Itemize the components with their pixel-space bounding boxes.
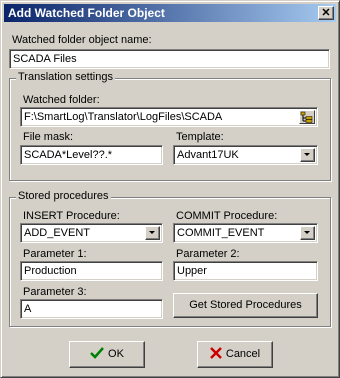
checkmark-icon: [90, 347, 104, 359]
template-label: Template:: [176, 131, 224, 143]
file-mask-value: SCADA*Level??.*: [24, 149, 113, 161]
parameter-3-input[interactable]: A: [20, 299, 163, 319]
parameter-3-value: A: [24, 303, 32, 315]
parameter-1-value: Production: [24, 265, 77, 277]
get-stored-procedures-label: Get Stored Procedures: [189, 299, 302, 311]
browse-folder-button[interactable]: [299, 110, 315, 124]
close-button[interactable]: ✕: [318, 6, 334, 20]
object-name-value: SCADA Files: [13, 53, 77, 65]
cancel-button[interactable]: Cancel: [197, 341, 273, 368]
insert-procedure-select[interactable]: ADD_EVENT: [20, 223, 163, 243]
commit-procedure-label: COMMIT Procedure:: [176, 210, 278, 222]
file-mask-input[interactable]: SCADA*Level??.*: [20, 145, 163, 165]
insert-procedure-value: ADD_EVENT: [24, 227, 91, 239]
stored-procedures-title: Stored procedures: [16, 190, 111, 202]
parameter-2-input[interactable]: Upper: [173, 261, 318, 281]
commit-procedure-select[interactable]: COMMIT_EVENT: [173, 223, 318, 243]
window-title: Add Watched Folder Object: [8, 6, 165, 20]
object-name-label: Watched folder object name:: [12, 34, 152, 46]
ok-button[interactable]: OK: [69, 341, 145, 368]
watched-folder-label: Watched folder:: [23, 94, 100, 106]
folder-tree-icon: [300, 111, 313, 123]
parameter-1-input[interactable]: Production: [20, 261, 163, 281]
get-stored-procedures-button[interactable]: Get Stored Procedures: [173, 293, 318, 318]
object-name-input[interactable]: SCADA Files: [9, 49, 330, 69]
template-value: Advant17UK: [177, 149, 239, 161]
template-dropdown-button[interactable]: [300, 148, 315, 162]
watched-folder-input[interactable]: F:\SmartLog\Translator\LogFiles\SCADA: [20, 107, 318, 127]
parameter-1-label: Parameter 1:: [23, 248, 87, 260]
watched-folder-value: F:\SmartLog\Translator\LogFiles\SCADA: [24, 111, 223, 123]
insert-dropdown-button[interactable]: [145, 226, 160, 240]
cancel-label: Cancel: [225, 348, 261, 360]
template-select[interactable]: Advant17UK: [173, 145, 318, 165]
commit-procedure-value: COMMIT_EVENT: [177, 227, 265, 239]
parameter-3-label: Parameter 3:: [23, 286, 87, 298]
cross-icon: [209, 347, 222, 359]
translation-settings-title: Translation settings: [16, 71, 115, 83]
file-mask-label: File mask:: [23, 131, 74, 143]
insert-procedure-label: INSERT Procedure:: [23, 210, 120, 222]
parameter-2-label: Parameter 2:: [176, 248, 240, 260]
ok-label: OK: [108, 348, 124, 360]
commit-dropdown-button[interactable]: [300, 226, 315, 240]
title-bar[interactable]: Add Watched Folder Object ✕: [4, 4, 336, 22]
dialog-window: Add Watched Folder Object ✕ Watched fold…: [0, 0, 340, 378]
parameter-2-value: Upper: [177, 265, 207, 277]
